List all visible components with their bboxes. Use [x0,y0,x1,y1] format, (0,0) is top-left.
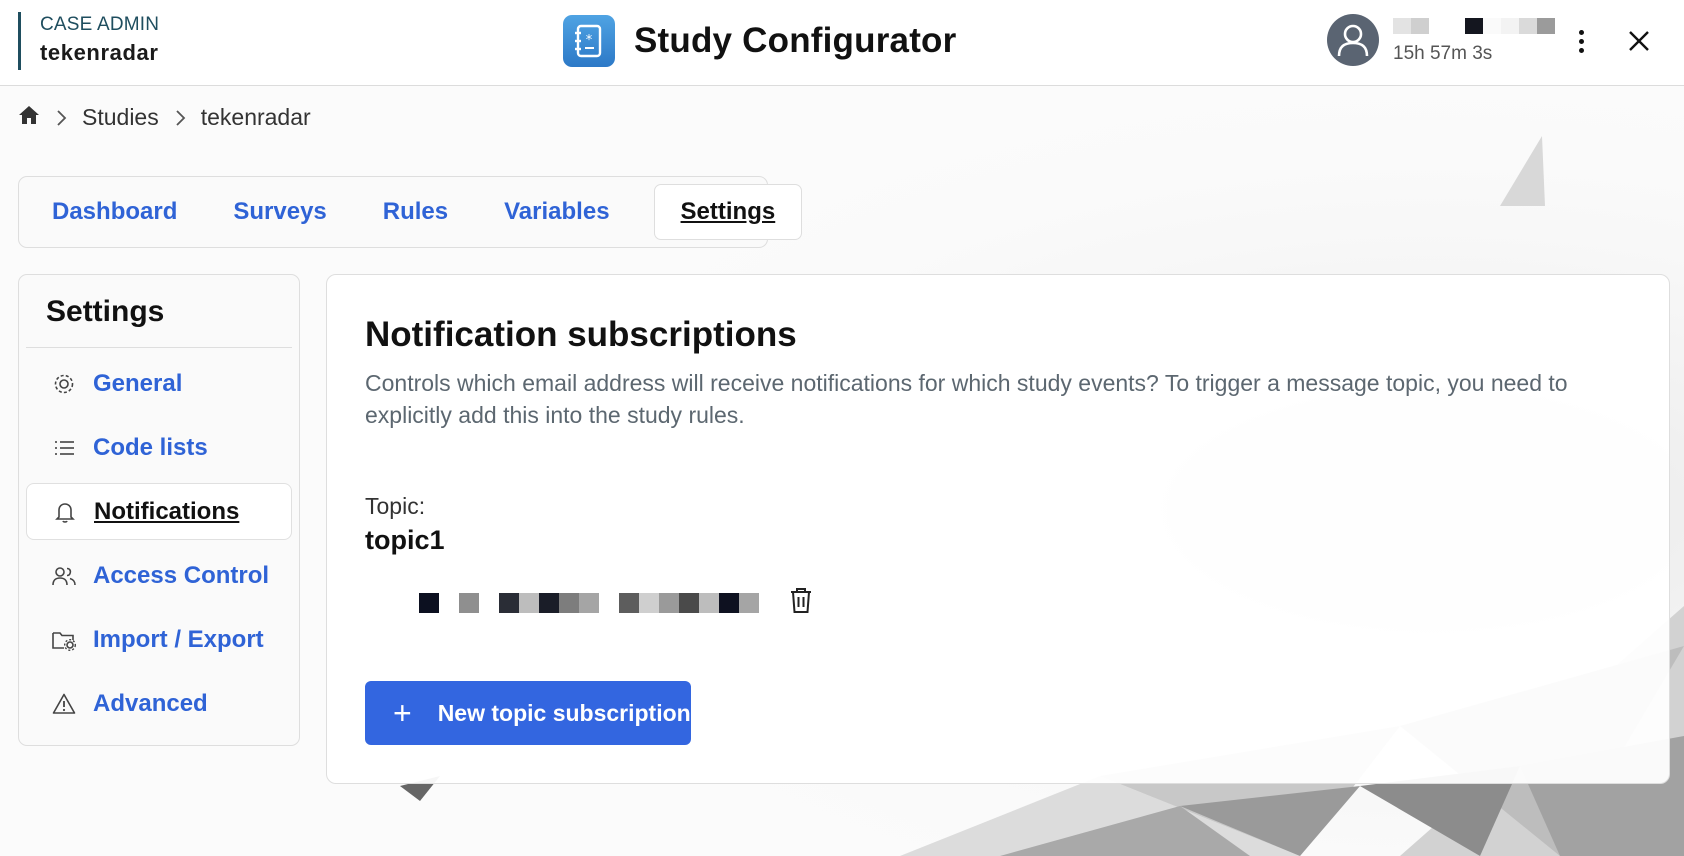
sidebar-title: Settings [26,275,292,348]
sidebar-item-label: Advanced [93,689,208,717]
sidebar-item-label: Import / Export [93,625,264,653]
warning-icon [50,690,78,718]
page-description: Controls which email address will receiv… [365,370,1568,428]
sidebar-item-label: Access Control [93,561,270,589]
user-info: 15h 57m 3s [1393,18,1555,65]
home-icon[interactable] [18,104,40,131]
app-title: Study Configurator [634,21,957,60]
study-tabs: Dashboard Surveys Rules Variables Settin… [18,176,803,248]
address-book-icon: * [563,15,615,67]
breadcrumb-current: tekenradar [200,104,311,130]
close-icon[interactable] [1622,22,1656,60]
sidebar-item-general[interactable]: General [26,355,292,412]
breadcrumb-studies[interactable]: Studies [82,104,159,131]
tab-rules[interactable]: Rules [357,184,474,240]
tab-settings[interactable]: Settings [653,184,803,240]
sidebar-item-access-control[interactable]: Access Control [26,547,292,604]
trash-icon[interactable] [787,585,817,617]
session-timer: 15h 57m 3s [1393,43,1493,64]
user-menu[interactable]: 15h 57m 3s [1327,14,1555,66]
list-icon [50,434,78,462]
sidebar-item-label: Notifications [94,497,240,525]
masked-username [1393,18,1555,34]
notification-subscriptions-panel: Notification subscriptions Controls whic… [326,274,1670,784]
svg-text:*: * [586,33,593,48]
sidebar-item-label: Code lists [93,433,208,461]
plus-icon: + [393,695,412,731]
sidebar-item-advanced[interactable]: Advanced [26,675,292,732]
brand-block: CASE ADMIN tekenradar [18,12,159,70]
bell-icon [51,498,79,526]
gear-icon [50,370,78,398]
sidebar-item-import-export[interactable]: Import / Export [26,611,292,668]
breadcrumb: Studies tekenradar [18,104,311,131]
settings-sidebar: Settings General Code lists Notification… [18,274,300,746]
page-title: Notification subscriptions [365,315,797,354]
top-header: CASE ADMIN tekenradar * Study Configurat… [0,0,1684,86]
sidebar-item-notifications[interactable]: Notifications [26,483,292,540]
topic-label: Topic: [365,493,426,519]
instance-name: tekenradar [40,40,159,65]
masked-email [419,593,759,613]
new-topic-subscription-button[interactable]: + New topic subscription [365,681,691,745]
tab-dashboard[interactable]: Dashboard [26,184,203,240]
tab-variables[interactable]: Variables [478,184,635,240]
avatar[interactable] [1327,14,1379,66]
sidebar-item-code-lists[interactable]: Code lists [26,419,292,476]
app-title-block: * Study Configurator [563,15,956,67]
more-options-icon[interactable] [1566,24,1596,58]
sidebar-item-label: General [93,369,183,397]
tab-surveys[interactable]: Surveys [207,184,352,240]
chevron-right-icon [55,109,67,127]
topic-name: topic1 [365,525,445,555]
chevron-right-icon [174,109,186,127]
folder-gear-icon [50,626,78,654]
new-topic-subscription-label: New topic subscription [437,699,691,726]
user-role: CASE ADMIN [40,14,160,35]
users-icon [50,562,78,590]
